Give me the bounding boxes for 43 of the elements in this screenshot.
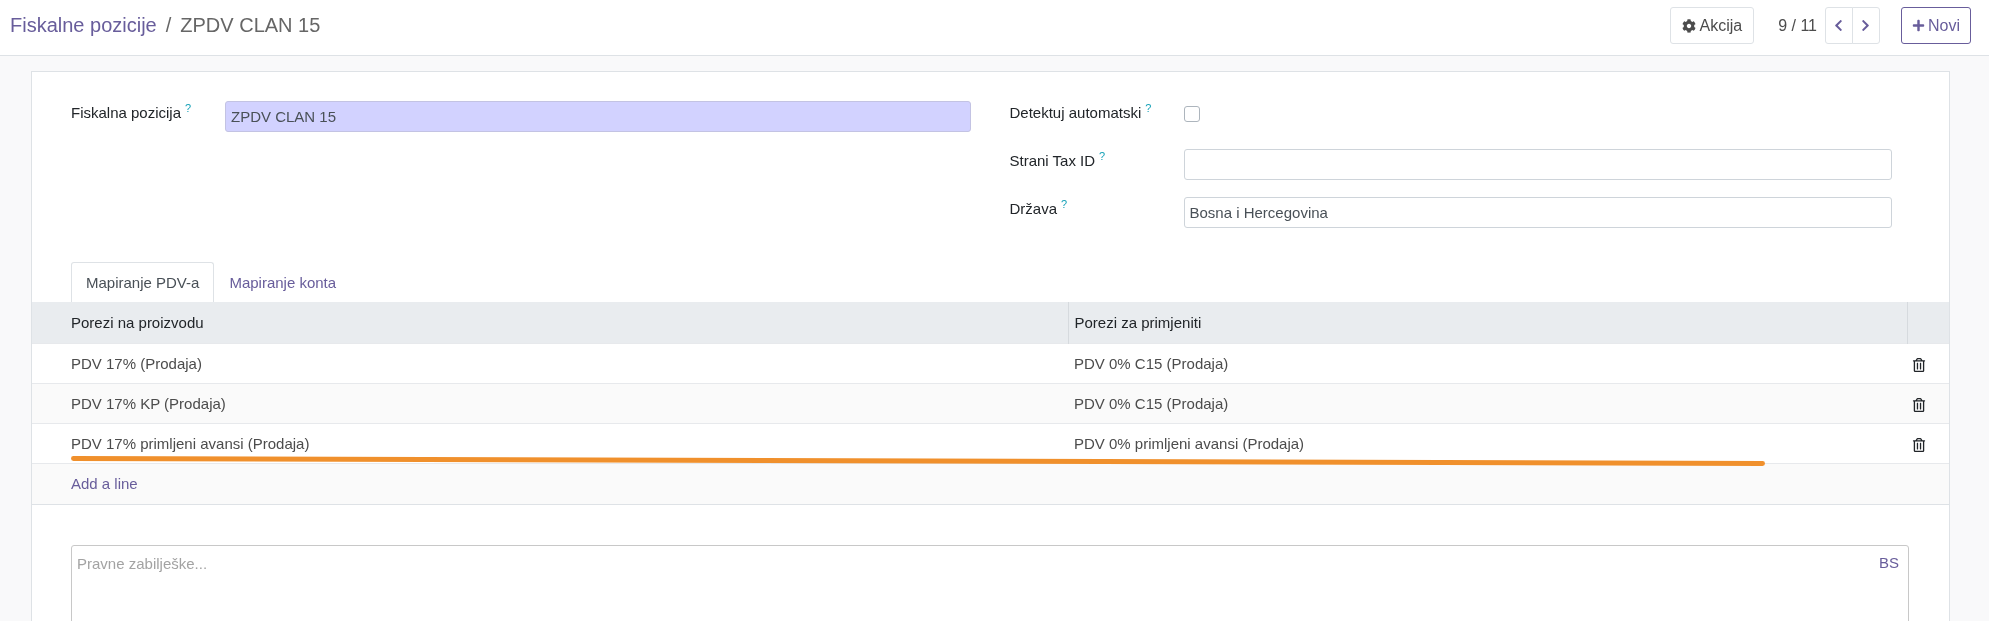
table-cell: PDV 0% C15 (Prodaja) — [1074, 354, 1229, 372]
gear-icon — [1682, 18, 1697, 33]
pager-counter: 9 / 11 — [1778, 16, 1817, 36]
breadcrumb-link[interactable]: Fiskalne pozicije — [10, 14, 157, 37]
plus-icon — [1912, 19, 1925, 32]
delete-button[interactable] — [1912, 357, 1926, 372]
help-mark[interactable]: ? — [1061, 198, 1068, 210]
table-row[interactable]: PDV 17% primljeni avansi (Prodaja) PDV 0% primljeni avansi (Prodaja) — [32, 423, 1949, 463]
delete-button[interactable] — [1912, 397, 1926, 412]
column-header[interactable]: Porezi na proizvodu — [32, 302, 1068, 343]
table-cell: PDV 0% C15 (Prodaja) — [1074, 394, 1229, 412]
previous-button[interactable] — [1825, 7, 1853, 44]
input-field[interactable] — [1183, 149, 1892, 180]
table-cell: PDV 17% KP (Prodaja) — [71, 394, 226, 412]
breadcrumb-current: ZPDV CLAN 15 — [180, 14, 321, 37]
field-label: Detektuj automatski — [1009, 104, 1142, 121]
field-label: Država — [1009, 200, 1057, 217]
trash-icon — [1912, 357, 1926, 372]
table-row[interactable]: PDV 17% (Prodaja) PDV 0% C15 (Prodaja) — [32, 343, 1949, 383]
help-mark[interactable]: ? — [185, 102, 192, 114]
table-row[interactable]: PDV 17% KP (Prodaja) PDV 0% C15 (Prodaja) — [32, 383, 1949, 423]
checkbox[interactable] — [1183, 106, 1200, 122]
trash-icon — [1912, 437, 1926, 452]
table-cell: PDV 17% (Prodaja) — [71, 354, 202, 372]
input-field[interactable]: ZPDV CLAN 15 — [225, 101, 971, 132]
table-cell: PDV 17% primljeni avansi (Prodaja) — [71, 434, 310, 452]
action-button[interactable]: Akcija — [1670, 7, 1755, 44]
tab[interactable]: Mapiranje konta — [214, 262, 352, 302]
field-label: Fiskalna pozicija — [71, 104, 182, 121]
language-button[interactable]: BS — [1879, 553, 1899, 571]
help-mark[interactable]: ? — [1099, 150, 1106, 162]
tab[interactable]: Mapiranje PDV-a — [71, 262, 215, 302]
input-field[interactable]: Bosna i Hercegovina — [1183, 197, 1892, 228]
add-line-link[interactable]: Add a line — [71, 475, 138, 492]
next-button[interactable] — [1852, 7, 1880, 44]
help-mark[interactable]: ? — [1145, 102, 1152, 114]
trash-icon — [1912, 397, 1926, 412]
new-button[interactable]: Novi — [1901, 7, 1971, 44]
breadcrumb-separator: / — [165, 14, 172, 37]
delete-button[interactable] — [1912, 437, 1926, 452]
table-cell: PDV 0% primljeni avansi (Prodaja) — [1074, 434, 1305, 452]
column-header[interactable]: Porezi za primjeniti — [1068, 302, 1907, 343]
field-label: Strani Tax ID — [1009, 152, 1096, 169]
